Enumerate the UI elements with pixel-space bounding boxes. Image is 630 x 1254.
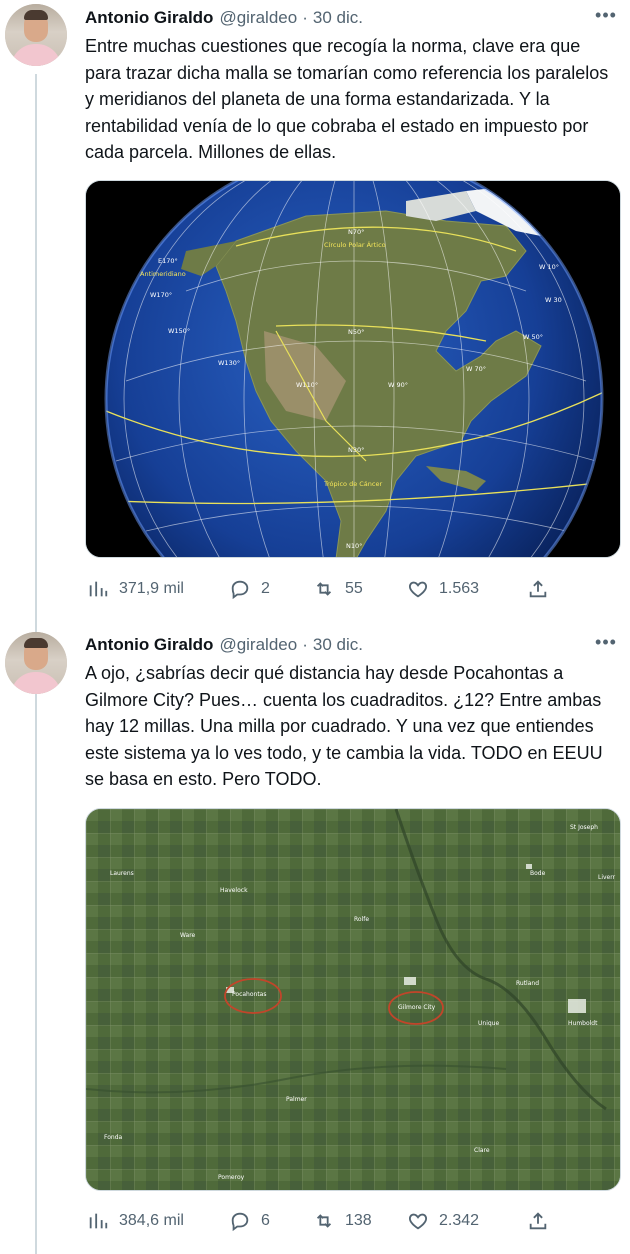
satellite-map-graphic: St Joseph Laurens Bode Liverr Havelock R… [86,809,620,1190]
author-name[interactable]: Antonio Giraldo [85,635,213,655]
map-label: Trópico de Cáncer [323,480,382,488]
map-label: St Joseph [570,824,598,831]
retweet-icon [316,582,332,596]
heart-icon [408,1213,428,1230]
tweet-actions: 371,9 mil 2 55 1.563 [85,576,555,602]
more-options-icon[interactable]: ••• [594,6,618,30]
retweet-icon [316,1214,332,1228]
map-label: Rutland [516,980,539,987]
tweet-text: A ojo, ¿sabrías decir qué distancia hay … [85,663,603,789]
globe-map-image[interactable]: N70° Círculo Polar Ártico E170° Antimeri… [85,180,621,558]
tweet-header: Antonio Giraldo @giraldeo · 30 dic. ••• [85,633,618,657]
tweet-actions: 384,6 mil 6 138 2.342 [85,1208,555,1234]
retweet-count: 138 [345,1212,372,1229]
map-label: W130° [218,359,240,367]
like-count: 1.563 [439,580,480,597]
map-label: N10° [346,542,362,550]
map-label: Ware [180,932,196,939]
more-options-icon[interactable]: ••• [594,633,618,657]
like-button[interactable]: 2.342 [407,1210,479,1232]
heart-icon [408,581,428,598]
retweet-button[interactable]: 55 [313,578,363,600]
like-count: 2.342 [439,1212,480,1229]
reply-icon [231,1212,249,1232]
map-label: W 90° [388,381,408,389]
tweet-header: Antonio Giraldo @giraldeo · 30 dic. ••• [85,6,618,30]
map-label: Pocahontas [232,991,266,998]
map-label: W150° [168,327,190,335]
reply-count: 6 [261,1212,270,1229]
map-label: N30° [348,446,364,454]
map-label: Humboldt [568,1020,598,1027]
map-label: W 30 [545,296,562,304]
map-label: E170° [158,257,178,265]
reply-icon [231,580,249,600]
map-label: N50° [348,328,364,336]
map-label: Liverr [598,874,616,881]
map-label: W 10° [539,263,559,271]
tweet-date[interactable]: 30 dic. [313,8,363,28]
views-count: 371,9 mil [119,580,184,597]
satellite-map-image[interactable]: St Joseph Laurens Bode Liverr Havelock R… [85,808,621,1191]
retweet-button[interactable]: 138 [313,1210,372,1232]
share-button[interactable] [527,578,549,600]
reply-button[interactable]: 6 [229,1210,270,1232]
share-icon [529,580,547,598]
views-button[interactable]: 384,6 mil [87,1210,184,1232]
map-label: Antimeridiano [140,270,186,278]
tweet-text: Entre muchas cuestiones que recogía la n… [85,36,609,162]
like-button[interactable]: 1.563 [407,578,479,600]
map-label: Círculo Polar Ártico [324,240,386,249]
author-name[interactable]: Antonio Giraldo [85,8,213,28]
map-label: W110° [296,381,318,389]
map-label: Rolfe [354,916,369,923]
tweet[interactable]: Antonio Giraldo @giraldeo · 30 dic. ••• … [0,626,630,1254]
avatar[interactable] [5,632,67,694]
share-icon [529,1212,547,1230]
globe-map-graphic: N70° Círculo Polar Ártico E170° Antimeri… [86,181,620,557]
map-label: Havelock [220,887,248,894]
views-icon [89,581,108,597]
map-label: Laurens [110,870,134,877]
map-label: Fonda [104,1134,123,1141]
tweet[interactable]: Antonio Giraldo @giraldeo · 30 dic. ••• … [0,0,630,620]
map-label: N70° [348,228,364,236]
map-label: W 70° [466,365,486,373]
reply-count: 2 [261,580,270,597]
author-handle[interactable]: @giraldeo [219,635,297,655]
map-label: Palmer [286,1096,307,1103]
map-label: Unique [478,1020,499,1027]
avatar[interactable] [5,4,67,66]
separator: · [302,8,308,27]
reply-button[interactable]: 2 [229,578,270,600]
map-label: Gilmore City [398,1004,436,1011]
separator: · [302,635,308,654]
author-handle[interactable]: @giraldeo [219,8,297,28]
map-label: Bode [530,870,546,877]
views-count: 384,6 mil [119,1212,184,1229]
map-label: W170° [150,291,172,299]
map-label: Pomeroy [218,1174,245,1181]
retweet-count: 55 [345,580,363,597]
views-button[interactable]: 371,9 mil [87,578,184,600]
map-label: Clare [474,1147,490,1154]
tweet-date[interactable]: 30 dic. [313,635,363,655]
share-button[interactable] [527,1210,549,1232]
map-label: W 50° [523,333,543,341]
views-icon [89,1213,108,1229]
